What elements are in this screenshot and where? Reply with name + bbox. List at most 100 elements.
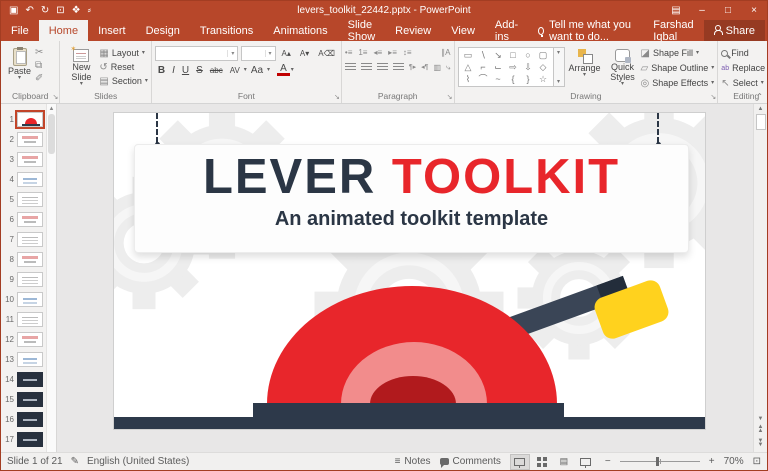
account-user-name[interactable]: Farshad Iqbal	[653, 19, 693, 43]
thumbnail-panel-scrollbar[interactable]: ▲	[46, 104, 57, 452]
minimize-icon[interactable]: –	[689, 5, 715, 16]
shadow-button[interactable]: S	[193, 65, 206, 76]
slideshow-view-button[interactable]	[576, 454, 596, 470]
slide-thumbnail-3[interactable]: 3	[1, 149, 46, 169]
thumbnail-preview[interactable]	[17, 212, 43, 227]
shape-gallery-item-12[interactable]: ⌇	[461, 73, 476, 85]
panel-scroll-thumb[interactable]	[48, 114, 55, 154]
clipboard-dialog-launcher[interactable]: ↘	[53, 93, 59, 101]
zoom-level[interactable]: 70%	[724, 456, 744, 467]
shape-fill-button[interactable]: ◪ Shape Fill ▾	[641, 47, 715, 60]
notes-button[interactable]: ≡ Notes	[395, 456, 431, 467]
share-button[interactable]: Share	[704, 20, 765, 41]
fit-slide-button[interactable]: ⊡	[753, 456, 761, 467]
next-slide-button[interactable]: ▼▼	[758, 439, 764, 447]
touch-mode-icon[interactable]: ❖	[72, 5, 81, 16]
close-icon[interactable]: ×	[741, 5, 767, 16]
align-right-icon[interactable]	[377, 63, 388, 72]
justify-icon[interactable]	[393, 63, 404, 72]
slide-thumbnail-6[interactable]: 6	[1, 209, 46, 229]
italic-button[interactable]: I	[169, 65, 178, 76]
slide-thumbnail-11[interactable]: 11	[1, 309, 46, 329]
shape-gallery-item-6[interactable]: △	[461, 61, 476, 73]
scroll-down-icon[interactable]: ▼	[758, 416, 764, 422]
arrange-button[interactable]: Arrange ▾	[565, 43, 605, 80]
slide[interactable]: LEVER TOOLKIT An animated toolkit templa…	[113, 112, 706, 430]
thumbnail-preview[interactable]	[17, 392, 43, 407]
tab-insert[interactable]: Insert	[88, 20, 136, 41]
thumbnail-preview[interactable]	[17, 252, 43, 267]
thumbnail-preview[interactable]	[17, 232, 43, 247]
zoom-slider[interactable]	[620, 461, 700, 462]
decrease-indent-icon[interactable]: ◂≡	[373, 47, 382, 58]
thumbnail-preview[interactable]	[17, 312, 43, 327]
start-slideshow-icon[interactable]: ⊡	[56, 5, 64, 16]
shape-gallery-item-3[interactable]: □	[506, 49, 521, 61]
shape-gallery-item-9[interactable]: ⇨	[506, 61, 521, 73]
thumbnail-preview[interactable]	[17, 192, 43, 207]
slide-thumbnail-13[interactable]: 13	[1, 349, 46, 369]
bold-button[interactable]: B	[155, 65, 168, 76]
comments-button[interactable]: Comments	[440, 456, 501, 467]
underline-button[interactable]: U	[179, 65, 192, 76]
redo-icon[interactable]: ↻	[41, 5, 49, 16]
shape-gallery-item-16[interactable]: }	[521, 73, 536, 85]
shape-gallery-item-10[interactable]: ⇩	[521, 61, 536, 73]
convert-smartart-icon[interactable]: ⤷	[446, 62, 450, 73]
scroll-up-icon[interactable]: ▲	[758, 106, 764, 112]
slide-thumbnail-5[interactable]: 5	[1, 189, 46, 209]
reading-view-button[interactable]: ▤	[554, 454, 574, 470]
shape-gallery-item-17[interactable]: ☆	[536, 73, 551, 85]
undo-icon[interactable]: ↶	[25, 5, 33, 16]
section-button[interactable]: ▤ Section ▾	[99, 75, 148, 88]
slide-thumbnail-1[interactable]: 1	[1, 109, 46, 129]
shape-gallery-item-2[interactable]: ↘	[491, 49, 506, 61]
ltr-direction-icon[interactable]: ¶▸	[409, 62, 416, 73]
slide-thumbnail-10[interactable]: 10	[1, 289, 46, 309]
clear-formatting-icon[interactable]: A⌫	[315, 49, 338, 58]
tab-review[interactable]: Review	[385, 20, 441, 41]
change-case-button[interactable]: Aa	[248, 65, 266, 76]
shape-gallery-item-0[interactable]: ▭	[461, 49, 476, 61]
shape-gallery-item-4[interactable]: ○	[521, 49, 536, 61]
zoom-slider-thumb[interactable]	[656, 457, 659, 466]
collapse-ribbon-icon[interactable]: ⌃	[756, 92, 763, 101]
shape-gallery-item-13[interactable]: ⌒	[476, 73, 491, 85]
tab-home[interactable]: Home	[39, 20, 88, 41]
numbering-icon[interactable]: 1≡	[358, 47, 367, 58]
spell-check-icon[interactable]: ✎	[71, 456, 79, 467]
customize-qat-icon[interactable]: ⸗	[88, 5, 91, 16]
tab-view[interactable]: View	[441, 20, 485, 41]
format-painter-icon[interactable]: ✐	[35, 73, 43, 84]
language-status[interactable]: English (United States)	[87, 456, 189, 467]
thumbnail-preview[interactable]	[17, 272, 43, 287]
select-button[interactable]: ↖ Select ▾	[721, 77, 768, 90]
tab-transitions[interactable]: Transitions	[190, 20, 263, 41]
new-slide-button[interactable]: New Slide ▾	[63, 43, 99, 89]
slide-thumbnail-17[interactable]: 17	[1, 429, 46, 449]
reset-button[interactable]: ↺ Reset	[99, 61, 148, 74]
line-spacing-icon[interactable]: ↕≡	[403, 47, 412, 58]
shrink-font-icon[interactable]: A▾	[297, 49, 312, 58]
ribbon-display-options-icon[interactable]: ▤	[663, 5, 689, 16]
thumbnail-preview[interactable]	[17, 132, 43, 147]
shape-gallery-item-1[interactable]: ∖	[476, 49, 491, 61]
thumbnail-preview[interactable]	[17, 112, 43, 127]
slide-thumbnail-7[interactable]: 7	[1, 229, 46, 249]
slide-thumbnail-15[interactable]: 15	[1, 389, 46, 409]
font-dialog-launcher[interactable]: ↘	[334, 93, 340, 101]
columns-icon[interactable]: ▥	[433, 62, 441, 73]
shapes-gallery-scrollbar[interactable]: ▾ ▾	[554, 47, 565, 87]
shape-gallery-item-5[interactable]: ▢	[536, 49, 551, 61]
slide-thumbnail-2[interactable]: 2	[1, 129, 46, 149]
thumbnail-preview[interactable]	[17, 332, 43, 347]
save-icon[interactable]: ▣	[9, 5, 18, 16]
grow-font-icon[interactable]: A▴	[279, 49, 294, 58]
shape-gallery-item-7[interactable]: ⌐	[476, 61, 491, 73]
shape-gallery-item-8[interactable]: ⌙	[491, 61, 506, 73]
tell-me-box[interactable]: Tell me what you want to do...	[528, 20, 653, 41]
tab-file[interactable]: File	[1, 20, 39, 41]
quick-styles-button[interactable]: Quick Styles ▾	[605, 43, 641, 89]
shape-effects-button[interactable]: ◎ Shape Effects ▾	[641, 77, 715, 90]
thumbnail-preview[interactable]	[17, 152, 43, 167]
